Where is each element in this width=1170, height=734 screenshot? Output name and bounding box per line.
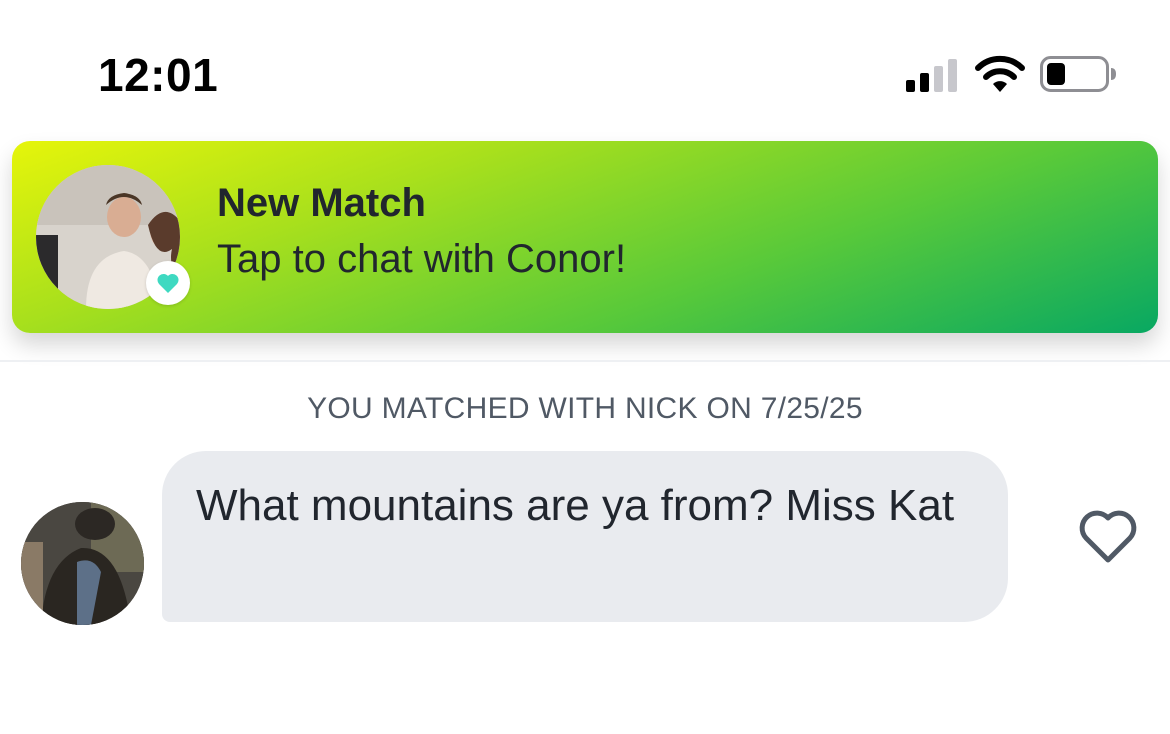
status-time: 12:01 [98,49,219,101]
wifi-icon [975,55,1025,92]
battery-icon [1040,56,1116,92]
cellular-signal-icon [906,56,960,92]
match-heart-badge [146,261,190,305]
sender-avatar[interactable] [21,502,144,625]
banner-title: New Match [217,181,426,225]
sender-avatar-photo [21,502,144,625]
match-date-label: YOU MATCHED WITH NICK ON 7/25/25 [307,392,863,425]
banner-subtitle: Tap to chat with Conor! [217,237,627,281]
divider [0,360,1170,362]
new-match-banner[interactable]: New Match Tap to chat with Conor! [12,141,1158,333]
heart-icon [157,273,179,293]
heart-outline-icon[interactable] [1078,508,1138,564]
status-bar: 12:01 [0,0,1170,140]
message-bubble[interactable]: What mountains are ya from? Miss Kat [162,451,1008,622]
